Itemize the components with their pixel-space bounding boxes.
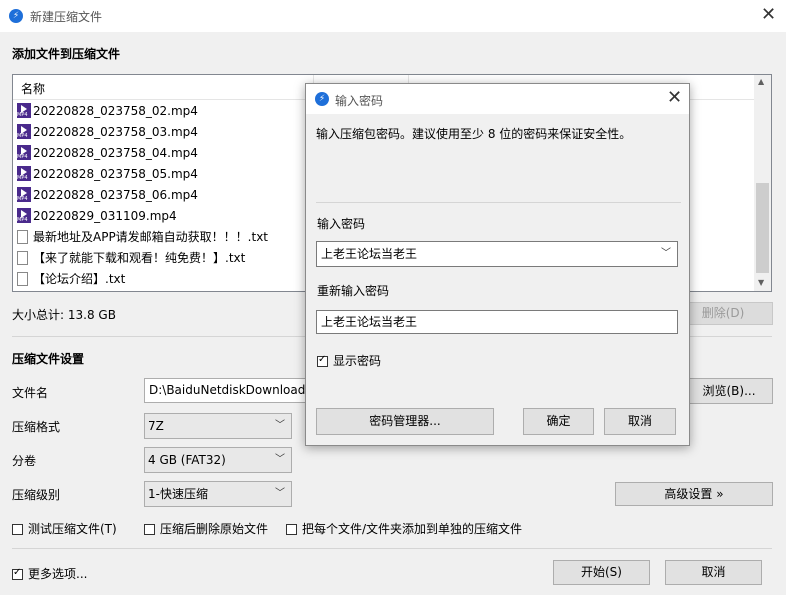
chevron-down-icon: ﹀	[275, 488, 285, 499]
start-button[interactable]: 开始(S)	[553, 560, 650, 585]
file-row[interactable]: 20220828_023758_06.mp4	[17, 185, 198, 205]
checkbox-checked-icon	[12, 567, 23, 580]
file-row[interactable]: 【来了就能下载和观看！纯免费！】.txt	[17, 248, 245, 268]
test-archive-label: 测试压缩文件(T)	[28, 522, 117, 536]
file-name: 20220828_023758_02.mp4	[33, 104, 198, 118]
mp4-file-icon	[17, 145, 31, 160]
vertical-scrollbar[interactable]: ▲ ▼	[754, 75, 771, 291]
file-name: 20220828_023758_05.mp4	[33, 167, 198, 181]
app-logo-icon: ⚡	[315, 92, 329, 106]
file-row[interactable]: 20220828_023758_04.mp4	[17, 143, 198, 163]
dialog-cancel-button[interactable]: 取消	[604, 408, 676, 435]
file-name: 20220828_023758_04.mp4	[33, 146, 198, 160]
filename-field[interactable]: D:\BaiduNetdiskDownload\	[144, 378, 314, 403]
confirm-password-label: 重新输入密码	[317, 284, 390, 298]
app-logo-icon: ⚡	[9, 9, 23, 23]
txt-file-icon	[17, 251, 28, 265]
dialog-title: 输入密码	[335, 94, 384, 108]
scrollbar-thumb[interactable]	[756, 183, 769, 273]
txt-file-icon	[17, 230, 28, 244]
password-value: 上老王论坛当老王	[321, 247, 418, 261]
file-row[interactable]: 20220828_023758_03.mp4	[17, 122, 198, 142]
browse-button[interactable]: 浏览(B)...	[685, 378, 773, 404]
close-icon[interactable]: ✕	[761, 6, 776, 24]
checkbox-checked-icon	[317, 354, 328, 367]
file-row[interactable]: 【论坛介绍】.txt	[17, 269, 125, 289]
file-row[interactable]: 20220829_031109.mp4	[17, 206, 177, 226]
checkbox-unchecked-icon	[144, 524, 155, 535]
filename-label: 文件名	[12, 386, 49, 400]
dialog-titlebar: ⚡ 输入密码 ✕	[306, 84, 689, 114]
file-name: 20220828_023758_06.mp4	[33, 188, 198, 202]
main-cancel-button[interactable]: 取消	[665, 560, 762, 585]
volume-select[interactable]: 4 GB (FAT32) ﹀	[144, 447, 292, 473]
mp4-file-icon	[17, 166, 31, 181]
window-title: 新建压缩文件	[30, 10, 103, 24]
file-name: 最新地址及APP请发邮箱自动获取！！！.txt	[33, 230, 269, 244]
scroll-down-icon[interactable]: ▼	[758, 278, 764, 287]
chevron-down-icon[interactable]: ﹀	[661, 242, 671, 266]
password-label: 输入密码	[317, 217, 366, 231]
divider	[316, 202, 681, 203]
volume-value: 4 GB (FAT32)	[148, 453, 226, 467]
scroll-up-icon[interactable]: ▲	[758, 77, 764, 86]
chevron-down-icon: ﹀	[275, 454, 285, 465]
files-section-title: 添加文件到压缩文件	[12, 47, 121, 61]
password-input[interactable]: 上老王论坛当老王 ﹀	[316, 241, 678, 267]
password-dialog: ⚡ 输入密码 ✕ 输入压缩包密码。建议使用至少 8 位的密码来保证安全性。 输入…	[305, 83, 690, 446]
checkbox-unchecked-icon	[286, 524, 297, 535]
level-label: 压缩级别	[12, 488, 61, 502]
settings-section-title: 压缩文件设置	[12, 352, 85, 366]
delete-after-checkbox[interactable]: 压缩后删除原始文件	[144, 520, 268, 537]
separate-archives-label: 把每个文件/文件夹添加到单独的压缩文件	[302, 522, 523, 536]
dialog-close-icon[interactable]: ✕	[667, 89, 682, 107]
password-manager-button[interactable]: 密码管理器...	[316, 408, 494, 435]
column-header-name[interactable]: 名称	[21, 80, 45, 97]
file-name: 20220829_031109.mp4	[33, 209, 177, 223]
divider	[12, 548, 772, 549]
mp4-file-icon	[17, 124, 31, 139]
format-value: 7Z	[148, 419, 164, 433]
mp4-file-icon	[17, 208, 31, 223]
dialog-ok-button[interactable]: 确定	[523, 408, 594, 435]
txt-file-icon	[17, 272, 28, 286]
volume-label: 分卷	[12, 454, 37, 468]
format-select[interactable]: 7Z ﹀	[144, 413, 292, 439]
chevron-down-icon: ﹀	[275, 420, 285, 431]
file-name: 【来了就能下载和观看！纯免费！】.txt	[33, 251, 246, 265]
format-label: 压缩格式	[12, 420, 61, 434]
separate-archives-checkbox[interactable]: 把每个文件/文件夹添加到单独的压缩文件	[286, 520, 522, 537]
main-titlebar: ⚡ 新建压缩文件 ✕	[0, 0, 786, 32]
test-archive-checkbox[interactable]: 测试压缩文件(T)	[12, 520, 117, 537]
more-options-label: 更多选项...	[28, 567, 88, 581]
level-select[interactable]: 1-快速压缩 ﹀	[144, 481, 292, 507]
more-options-checkbox[interactable]: 更多选项...	[12, 565, 87, 582]
show-password-label: 显示密码	[333, 354, 382, 368]
mp4-file-icon	[17, 103, 31, 118]
file-row[interactable]: 最新地址及APP请发邮箱自动获取！！！.txt	[17, 227, 268, 247]
file-row[interactable]: 20220828_023758_02.mp4	[17, 101, 198, 121]
checkbox-unchecked-icon	[12, 524, 23, 535]
level-value: 1-快速压缩	[148, 487, 208, 501]
file-name: 20220828_023758_03.mp4	[33, 125, 198, 139]
mp4-file-icon	[17, 187, 31, 202]
delete-after-label: 压缩后删除原始文件	[160, 522, 269, 536]
show-password-checkbox[interactable]: 显示密码	[317, 352, 381, 369]
total-size: 大小总计: 13.8 GB	[12, 308, 116, 322]
dialog-description: 输入压缩包密码。建议使用至少 8 位的密码来保证安全性。	[316, 127, 632, 141]
file-row[interactable]: 20220828_023758_05.mp4	[17, 164, 198, 184]
advanced-settings-button[interactable]: 高级设置 »	[615, 482, 773, 506]
confirm-password-input[interactable]: 上老王论坛当老王	[316, 310, 678, 334]
file-name: 【论坛介绍】.txt	[33, 272, 126, 286]
